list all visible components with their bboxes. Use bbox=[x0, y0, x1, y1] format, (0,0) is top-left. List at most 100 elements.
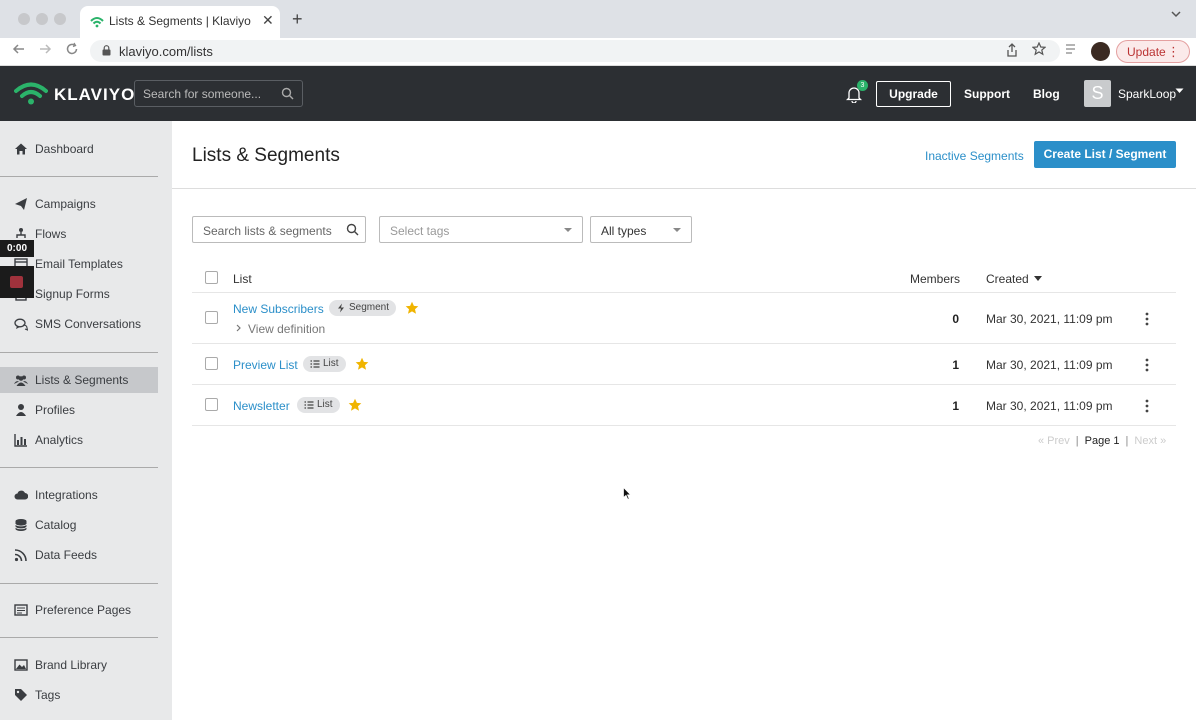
type-badge: Segment bbox=[329, 300, 397, 316]
recorder-stop-button[interactable] bbox=[0, 266, 34, 298]
type-filter-dropdown[interactable]: All types bbox=[590, 216, 692, 243]
select-tags-placeholder: Select tags bbox=[390, 224, 450, 238]
browser-tab[interactable]: Lists & Segments | Klaviyo ✕ bbox=[80, 6, 280, 38]
sidebar: Dashboard Campaigns Flows Email Template… bbox=[0, 121, 172, 720]
sidebar-item-label: Lists & Segments bbox=[35, 373, 129, 387]
pagination-prev[interactable]: « Prev bbox=[1038, 435, 1070, 447]
favorite-star-icon[interactable] bbox=[348, 398, 362, 412]
list-name-link[interactable]: Newsletter bbox=[233, 399, 290, 413]
create-list-segment-button[interactable]: Create List / Segment bbox=[1034, 141, 1176, 168]
row-checkbox[interactable] bbox=[205, 311, 218, 324]
members-count: 1 bbox=[952, 358, 959, 372]
type-badge: List bbox=[297, 397, 340, 413]
tab-search-chevron-icon[interactable] bbox=[1171, 10, 1181, 18]
sidebar-item-lists-segments[interactable]: Lists & Segments bbox=[0, 367, 158, 393]
view-definition-link[interactable]: View definition bbox=[248, 322, 325, 336]
window-minimize-dot[interactable] bbox=[36, 13, 48, 25]
forward-arrow-icon[interactable] bbox=[38, 42, 52, 56]
created-date: Mar 30, 2021, 11:09 pm bbox=[986, 312, 1113, 326]
select-all-checkbox[interactable] bbox=[205, 271, 218, 284]
reading-list-icon[interactable] bbox=[1065, 43, 1079, 55]
row-checkbox[interactable] bbox=[205, 398, 218, 411]
image-icon bbox=[14, 659, 28, 671]
page-header: Lists & Segments Inactive Segments Creat… bbox=[172, 121, 1196, 189]
sidebar-item-dashboard[interactable]: Dashboard bbox=[0, 136, 158, 162]
column-header-created[interactable]: Created bbox=[986, 272, 1029, 286]
row-more-icon[interactable] bbox=[1144, 399, 1150, 413]
chrome-profile-avatar[interactable] bbox=[1091, 42, 1110, 61]
favorite-star-icon[interactable] bbox=[355, 357, 369, 371]
sidebar-item-label: Tags bbox=[35, 688, 61, 702]
row-checkbox[interactable] bbox=[205, 357, 218, 370]
sort-caret-down-icon[interactable] bbox=[1034, 276, 1042, 281]
paper-plane-icon bbox=[15, 198, 27, 210]
favorite-star-icon[interactable] bbox=[405, 301, 419, 315]
row-more-icon[interactable] bbox=[1144, 358, 1150, 372]
database-icon bbox=[15, 519, 27, 531]
column-header-members[interactable]: Members bbox=[910, 272, 960, 286]
upgrade-button[interactable]: Upgrade bbox=[876, 81, 951, 107]
type-badge: List bbox=[303, 356, 346, 372]
chevron-right-icon[interactable] bbox=[236, 324, 241, 332]
search-icon bbox=[281, 87, 294, 100]
share-icon[interactable] bbox=[1006, 43, 1018, 57]
type-badge-label: List bbox=[323, 358, 339, 369]
list-name-link[interactable]: Preview List bbox=[233, 358, 298, 372]
search-lists-input[interactable]: Search lists & segments bbox=[192, 216, 366, 243]
account-name[interactable]: SparkLoop bbox=[1118, 87, 1176, 101]
table-divider bbox=[192, 343, 1176, 344]
blog-link[interactable]: Blog bbox=[1033, 87, 1060, 101]
account-caret-down-icon[interactable] bbox=[1175, 88, 1184, 94]
profile-search-input[interactable]: Search for someone... bbox=[134, 80, 303, 107]
sidebar-item-brand-library[interactable]: Brand Library bbox=[0, 652, 158, 678]
select-tags-dropdown[interactable]: Select tags bbox=[379, 216, 583, 243]
account-avatar[interactable]: S bbox=[1084, 80, 1111, 107]
sidebar-item-tags[interactable]: Tags bbox=[0, 682, 158, 708]
new-tab-button[interactable]: + bbox=[292, 9, 303, 30]
address-bar[interactable]: klaviyo.com/lists bbox=[90, 40, 1060, 62]
sidebar-item-label: SMS Conversations bbox=[35, 317, 142, 331]
row-more-icon[interactable] bbox=[1144, 312, 1150, 326]
sidebar-item-catalog[interactable]: Catalog bbox=[0, 512, 158, 538]
bar-chart-icon bbox=[14, 434, 27, 447]
sidebar-item-label: Integrations bbox=[35, 488, 98, 502]
sidebar-item-label: Flows bbox=[35, 227, 67, 241]
search-icon bbox=[346, 223, 359, 236]
back-arrow-icon[interactable] bbox=[12, 42, 26, 56]
inactive-segments-link[interactable]: Inactive Segments bbox=[925, 149, 1024, 163]
pagination-separator: | bbox=[1075, 435, 1079, 447]
window-close-dot[interactable] bbox=[18, 13, 30, 25]
window-zoom-dot[interactable] bbox=[54, 13, 66, 25]
sidebar-item-analytics[interactable]: Analytics bbox=[0, 427, 158, 453]
rss-icon bbox=[14, 549, 27, 562]
list-name-link[interactable]: New Subscribers bbox=[233, 302, 324, 316]
user-icon bbox=[16, 404, 26, 416]
reload-icon[interactable] bbox=[65, 42, 79, 56]
bookmark-star-icon[interactable] bbox=[1032, 42, 1046, 56]
sidebar-item-integrations[interactable]: Integrations bbox=[0, 482, 158, 508]
members-count: 1 bbox=[952, 399, 959, 413]
chrome-update-button[interactable]: Update ⋮ bbox=[1116, 40, 1190, 63]
type-badge-label: Segment bbox=[349, 302, 390, 313]
notification-badge: 3 bbox=[857, 80, 868, 91]
sidebar-divider bbox=[0, 176, 158, 177]
sidebar-item-sms-conversations[interactable]: SMS Conversations bbox=[0, 311, 158, 337]
sidebar-item-preference-pages[interactable]: Preference Pages bbox=[0, 597, 158, 623]
members-count: 0 bbox=[952, 312, 959, 326]
column-header-list: List bbox=[233, 272, 252, 286]
support-link[interactable]: Support bbox=[964, 87, 1010, 101]
tab-close-icon[interactable]: ✕ bbox=[262, 12, 274, 29]
sidebar-item-campaigns[interactable]: Campaigns bbox=[0, 191, 158, 217]
type-badge-label: List bbox=[317, 399, 333, 410]
sidebar-item-profiles[interactable]: Profiles bbox=[0, 397, 158, 423]
table-divider bbox=[192, 425, 1176, 426]
klaviyo-logo-icon[interactable] bbox=[14, 80, 48, 106]
logo-text[interactable]: KLAVIYO bbox=[54, 85, 135, 105]
sidebar-item-label: Dashboard bbox=[35, 142, 94, 156]
created-date: Mar 30, 2021, 11:09 pm bbox=[986, 358, 1113, 372]
pagination-separator: | bbox=[1125, 435, 1129, 447]
page-title: Lists & Segments bbox=[192, 145, 340, 166]
sidebar-item-label: Preference Pages bbox=[35, 603, 132, 617]
sidebar-item-data-feeds[interactable]: Data Feeds bbox=[0, 542, 158, 568]
pagination-next[interactable]: Next » bbox=[1134, 435, 1166, 447]
